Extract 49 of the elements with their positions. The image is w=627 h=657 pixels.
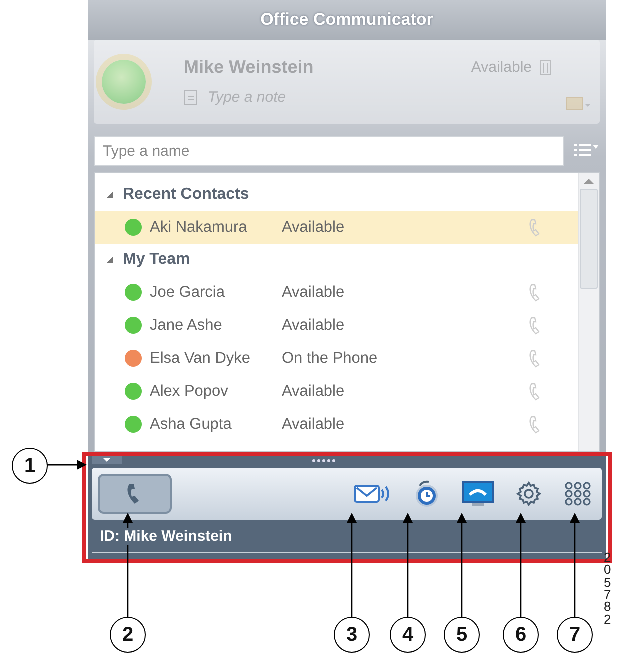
scroll-up-icon[interactable] <box>583 177 595 185</box>
scroll-thumb[interactable] <box>580 189 598 289</box>
contact-row[interactable]: Alex Popov Available <box>95 375 578 408</box>
envelope-icon <box>354 482 392 506</box>
expanded-triangle-icon[interactable] <box>105 190 115 200</box>
contact-status: Available <box>282 382 346 400</box>
contact-status: Available <box>282 316 346 334</box>
keypad-icon <box>564 481 592 507</box>
expanded-triangle-icon[interactable] <box>105 255 115 265</box>
group-header[interactable]: Recent Contacts <box>123 186 250 204</box>
contact-row[interactable]: Asha Gupta Available <box>95 408 578 441</box>
contact-row[interactable]: Elsa Van Dyke On the Phone <box>95 342 578 375</box>
contact-name: Elsa Van Dyke <box>150 350 252 368</box>
callout-number: 5 <box>444 617 480 653</box>
settings-icon <box>516 481 542 507</box>
contact-name: Joe Garcia <box>150 284 226 302</box>
callout-number: 4 <box>390 617 426 653</box>
callout-number: 3 <box>334 617 370 653</box>
contact-row[interactable]: Aki Nakamura Available <box>95 211 578 244</box>
leader-line <box>47 459 87 471</box>
contact-row[interactable]: Jane Ashe Available <box>95 309 578 342</box>
contact-status: On the Phone <box>282 350 379 368</box>
monitor-icon <box>462 480 494 508</box>
phone-button[interactable] <box>98 474 172 514</box>
search-field[interactable]: Type a name <box>94 136 564 166</box>
contact-status: Available <box>282 416 346 434</box>
group-header[interactable]: My Team <box>123 251 190 269</box>
clock-icon <box>414 480 440 508</box>
figure-number: 205782 <box>604 552 612 626</box>
callout-number: 7 <box>557 617 593 653</box>
contact-name: Aki Nakamura <box>150 218 248 236</box>
contact-name: Alex Popov <box>150 382 230 400</box>
contact-name: Jane Ashe <box>150 316 224 334</box>
scrollbar[interactable] <box>578 173 599 451</box>
building-icon <box>540 60 552 76</box>
callout-number: 1 <box>12 448 48 484</box>
contact-name: Asha Gupta <box>150 416 233 434</box>
presence-orb-icon[interactable] <box>102 60 146 104</box>
contact-status: Available <box>282 284 346 302</box>
user-name: Mike Weinstein <box>184 57 315 78</box>
phone-id-label: ID: Mike Weinstein <box>100 528 232 545</box>
callout-number: 2 <box>110 617 146 653</box>
contact-status: Available <box>282 218 346 236</box>
collapse-tab-icon[interactable] <box>92 456 122 464</box>
window-title: Office Communicator <box>260 10 434 30</box>
contact-row[interactable]: Joe Garcia Available <box>95 276 578 309</box>
grip-icon[interactable] <box>312 459 336 463</box>
callout-number: 6 <box>503 617 539 653</box>
note-icon <box>184 89 198 106</box>
